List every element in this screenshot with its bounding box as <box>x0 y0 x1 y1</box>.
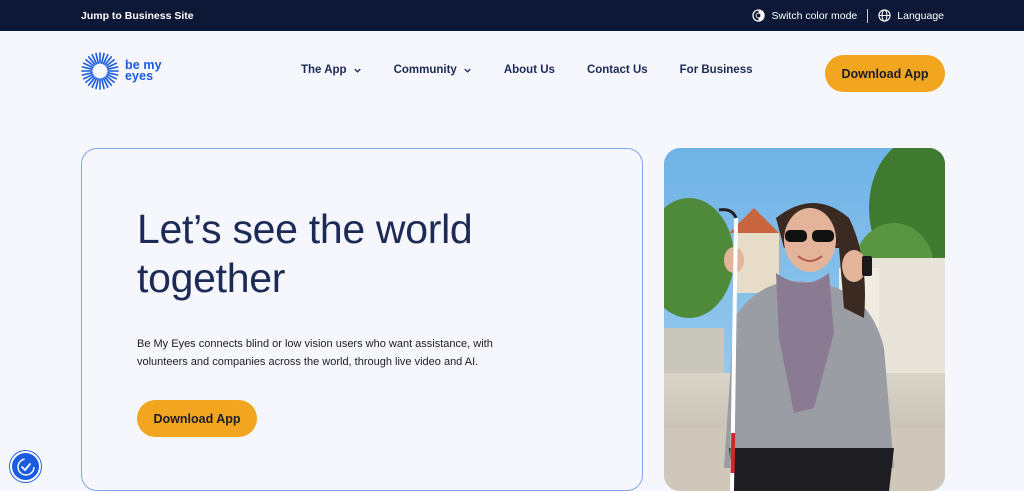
nav-item-for-business[interactable]: For Business <box>680 64 753 76</box>
globe-icon <box>878 9 891 22</box>
top-bar-actions: Switch color mode Language <box>752 8 944 23</box>
hero-title-line-1: Let’s see the world <box>137 206 473 252</box>
logo-wordmark: be my eyes <box>125 59 162 83</box>
switch-color-mode-label: Switch color mode <box>771 9 858 22</box>
hero-title: Let’s see the world together <box>137 205 537 303</box>
hero-card: Let’s see the world together Be My Eyes … <box>81 148 643 491</box>
nav-item-label: About Us <box>503 64 555 76</box>
nav-item-contact-us[interactable]: Contact Us <box>587 64 648 76</box>
language-button[interactable]: Language <box>878 9 944 22</box>
hero-photo-illustration <box>664 148 945 491</box>
chevron-down-icon <box>464 68 471 73</box>
hero-title-line-2: together <box>137 255 286 301</box>
switch-color-mode-button[interactable]: Switch color mode <box>752 9 857 22</box>
hero-download-app-button[interactable]: Download App <box>137 400 257 437</box>
sun-logo-icon <box>81 52 119 90</box>
hero-description: Be My Eyes connects blind or low vision … <box>137 338 493 368</box>
nav-item-label: Community <box>393 64 457 76</box>
hero-photo <box>664 148 945 491</box>
chevron-down-icon <box>353 68 361 73</box>
contrast-icon <box>752 9 766 22</box>
accessibility-check-icon <box>16 457 35 476</box>
accessibility-widget-button[interactable] <box>10 451 41 482</box>
nav-item-the-app[interactable]: The App <box>301 64 362 76</box>
nav-item-label: The App <box>301 64 347 76</box>
nav-item-label: For Business <box>679 64 753 76</box>
logo-line-2: eyes <box>125 69 154 83</box>
nav-item-about-us[interactable]: About Us <box>504 64 555 76</box>
main-nav: The App Community About Us Contact Us Fo… <box>301 64 753 76</box>
nav-item-label: Contact Us <box>586 64 648 76</box>
top-bar: Jump to Business Site Switch color mode … <box>0 0 1024 31</box>
language-label: Language <box>897 9 944 22</box>
jump-to-business-link[interactable]: Jump to Business Site <box>81 10 194 22</box>
top-bar-divider <box>867 8 869 23</box>
logo-link[interactable]: be my eyes <box>81 52 162 90</box>
header-download-app-button[interactable]: Download App <box>825 55 945 92</box>
nav-item-community[interactable]: Community <box>394 64 472 76</box>
site-header: be my eyes The App Community About Us Co… <box>0 31 1024 115</box>
